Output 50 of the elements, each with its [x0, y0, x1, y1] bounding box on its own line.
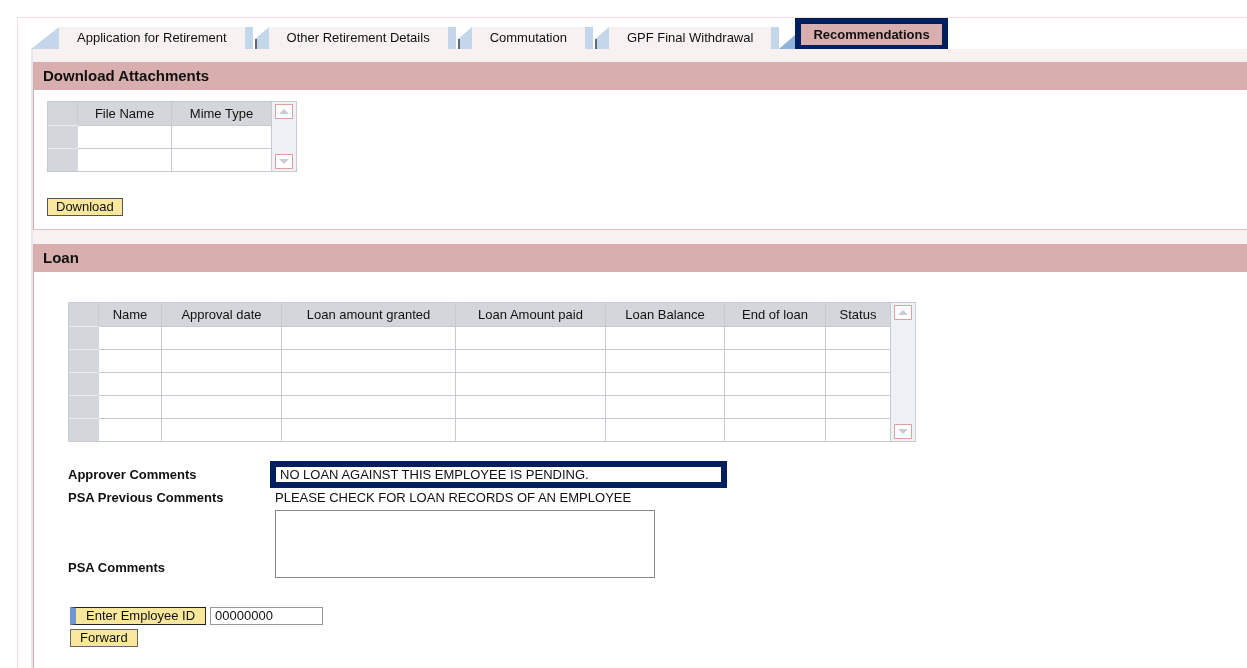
- table-cell: [99, 372, 162, 395]
- row-selector[interactable]: [69, 418, 99, 441]
- field-label: Approver Comments: [68, 465, 198, 484]
- tab-separator-icon: [771, 27, 796, 49]
- row-selector[interactable]: [48, 125, 78, 148]
- table-cell: [99, 349, 162, 372]
- psa-comments-field[interactable]: [275, 509, 655, 578]
- row-selector[interactable]: [69, 349, 99, 372]
- table-cell: [99, 326, 162, 349]
- tab-separator-icon: [584, 27, 609, 49]
- scroll-down-icon[interactable]: [894, 424, 912, 439]
- row-selector[interactable]: [69, 372, 99, 395]
- tab[interactable]: Commutation: [471, 27, 585, 49]
- table-cell: [826, 372, 891, 395]
- row-selector[interactable]: [48, 148, 78, 171]
- field-label: PSA Previous Comments: [68, 489, 225, 507]
- column-header: Name: [99, 303, 162, 326]
- scroll-down-icon[interactable]: [275, 154, 293, 169]
- forward-button[interactable]: Forward: [70, 628, 138, 647]
- tab-separator-icon: [447, 27, 472, 49]
- tab-separator-icon: [31, 27, 59, 49]
- table-cell: [99, 395, 162, 418]
- field-label: PSA Comments: [68, 559, 167, 577]
- column-header: Loan Balance: [606, 303, 725, 326]
- row-selector[interactable]: [69, 326, 99, 349]
- tab[interactable]: Recommendations: [795, 18, 948, 51]
- table-cell: [826, 326, 891, 349]
- employee-id-field[interactable]: 00000000: [210, 606, 324, 625]
- tab[interactable]: GPF Final Withdrawal: [608, 27, 772, 49]
- scroll-up-icon[interactable]: [275, 104, 293, 119]
- enter-employee-id-button[interactable]: Enter Employee ID: [70, 606, 207, 625]
- column-header: Status: [826, 303, 891, 326]
- column-header: End of loan: [725, 303, 826, 326]
- tab[interactable]: Application for Retirement: [59, 27, 245, 49]
- column-header: Loan amount granted: [282, 303, 456, 326]
- row-selector[interactable]: [69, 395, 99, 418]
- section-title: Download Attachments: [43, 65, 210, 86]
- section-title: Loan: [43, 247, 79, 268]
- tab[interactable]: Other Retirement Details: [268, 27, 448, 49]
- scroll-up-icon[interactable]: [894, 305, 912, 320]
- column-header: Mime Type: [172, 102, 272, 125]
- download-button[interactable]: Download: [47, 198, 123, 216]
- table-cell: [826, 349, 891, 372]
- column-header: Approval date: [162, 303, 282, 326]
- table-cell: [826, 395, 891, 418]
- tab-separator-icon: [244, 27, 269, 49]
- column-header: Loan Amount paid: [456, 303, 606, 326]
- previous-comments-text: PLEASE CHECK FOR LOAN RECORDS OF AN EMPLOYEE: [274, 489, 633, 507]
- column-header: File Name: [78, 102, 172, 125]
- approver-comments-field[interactable]: NO LOAN AGAINST THIS EMPLOYEE IS PENDING.: [270, 461, 727, 488]
